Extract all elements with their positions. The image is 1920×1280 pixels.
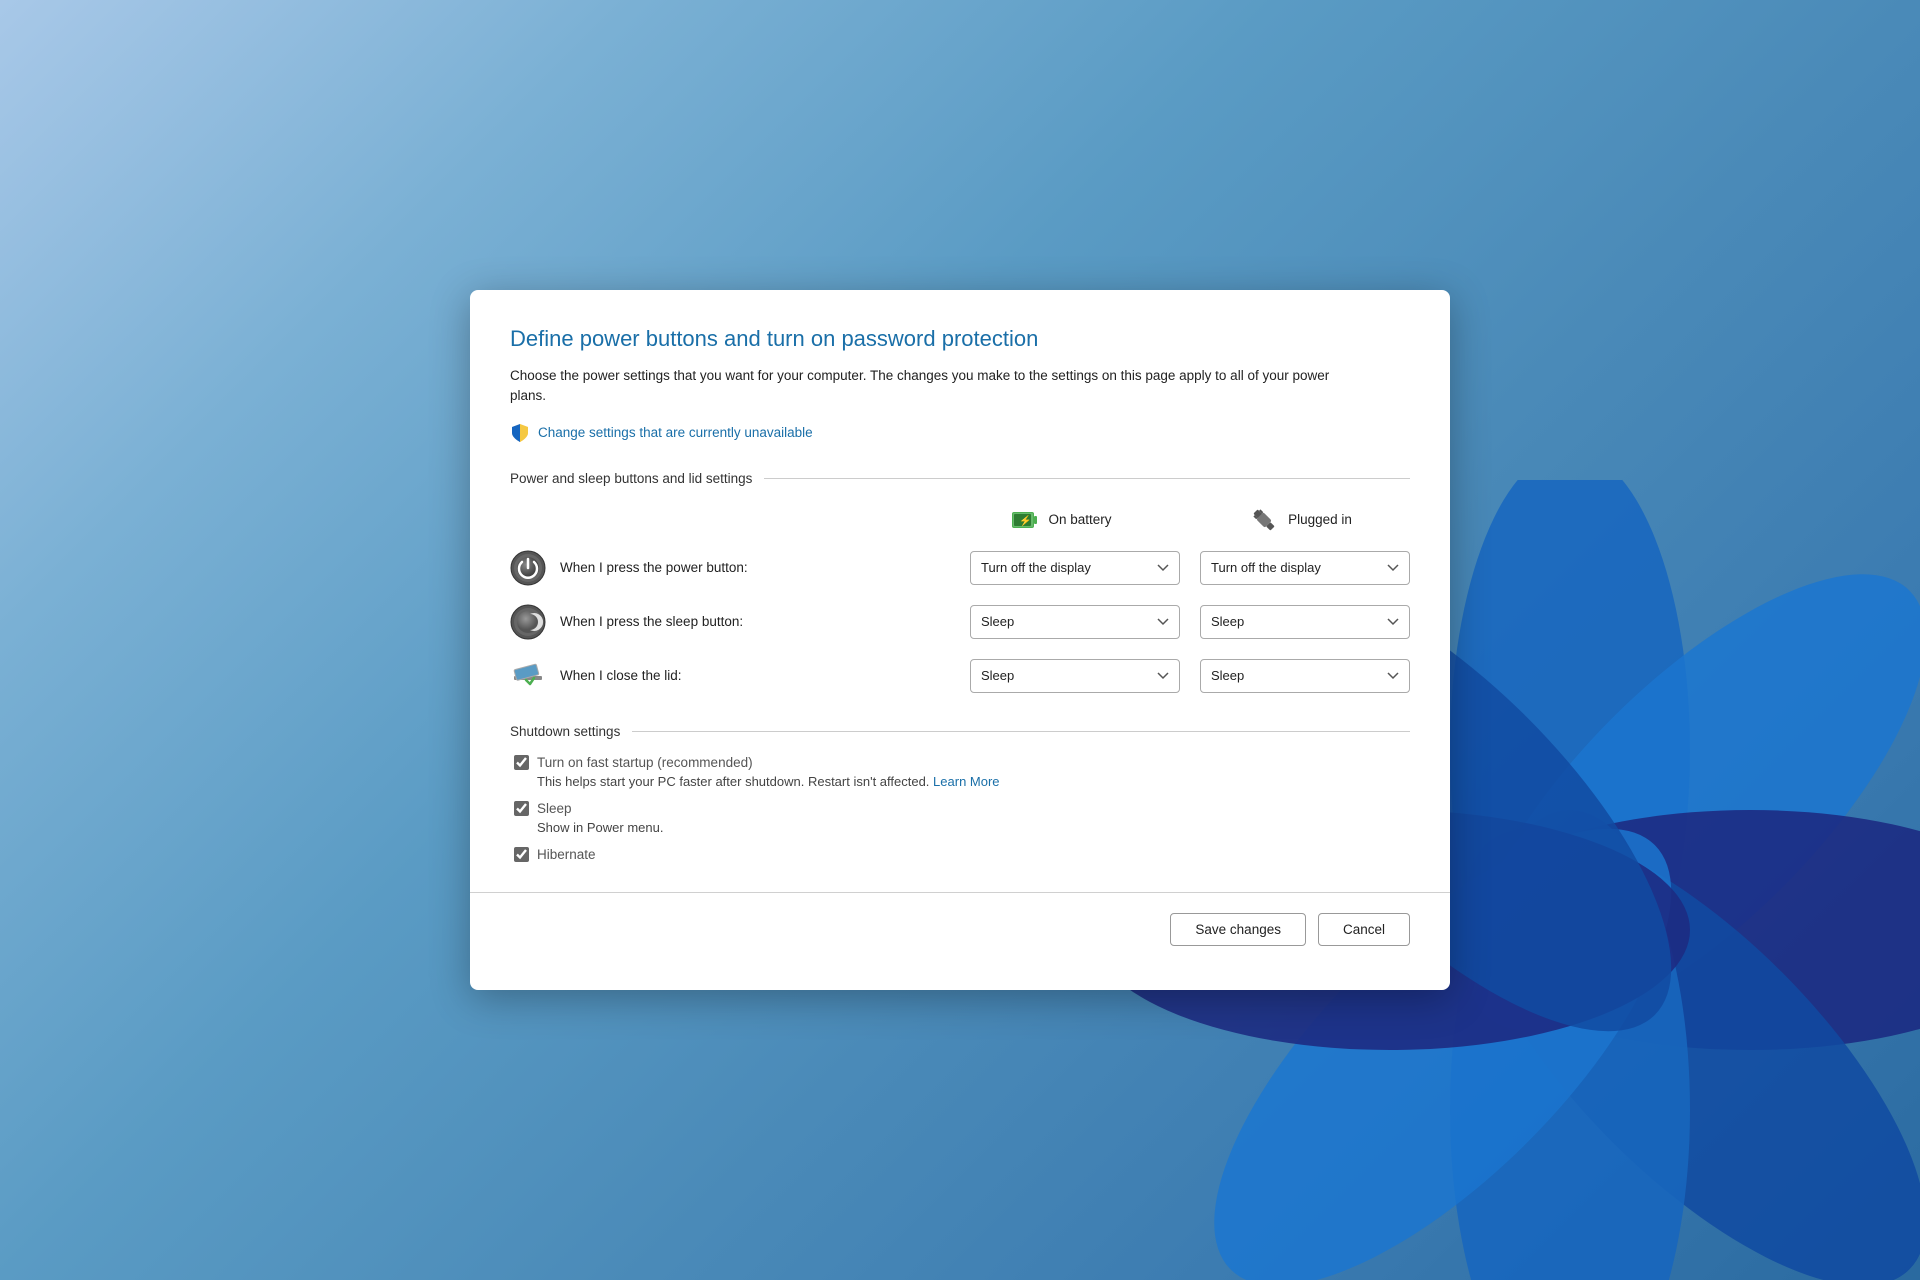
lid-close-icon [510, 658, 546, 694]
dialog-title: Define power buttons and turn on passwor… [510, 326, 1410, 352]
dialog-description: Choose the power settings that you want … [510, 366, 1330, 407]
power-sleep-section-header: Power and sleep buttons and lid settings [510, 471, 1410, 486]
power-button-label: When I press the power button: [560, 560, 970, 575]
power-button-plugged-dropdown[interactable]: Do nothing Sleep Hibernate Shut down Tur… [1200, 551, 1410, 585]
lid-plugged-dropdown[interactable]: Do nothing Sleep Hibernate Shut down Tur… [1200, 659, 1410, 693]
hibernate-checkbox-row: Hibernate [514, 847, 1410, 862]
sleep-checkbox-row: Sleep [514, 801, 1410, 816]
sleep-checkbox[interactable] [514, 801, 529, 816]
column-headers: ⚡ On battery Plugged in [510, 504, 1410, 536]
power-button-icon [510, 550, 546, 586]
sleep-item: Sleep Show in Power menu. [514, 801, 1410, 835]
lid-battery-dropdown[interactable]: Do nothing Sleep Hibernate Shut down Tur… [970, 659, 1180, 693]
lid-row: When I close the lid: Do nothing Sleep H… [510, 658, 1410, 694]
power-settings-rows: When I press the power button: Do nothin… [510, 550, 1410, 694]
shutdown-items: Turn on fast startup (recommended) This … [510, 755, 1410, 862]
hibernate-checkbox[interactable] [514, 847, 529, 862]
hibernate-item: Hibernate [514, 847, 1410, 862]
power-button-battery-dropdown[interactable]: Do nothing Sleep Hibernate Shut down Tur… [970, 551, 1180, 585]
fast-startup-item: Turn on fast startup (recommended) This … [514, 755, 1410, 789]
sleep-button-icon [510, 604, 546, 640]
power-button-dropdowns: Do nothing Sleep Hibernate Shut down Tur… [970, 551, 1410, 585]
power-button-row: When I press the power button: Do nothin… [510, 550, 1410, 586]
sleep-label: Sleep [537, 801, 572, 816]
fast-startup-checkbox[interactable] [514, 755, 529, 770]
learn-more-link[interactable]: Learn More [933, 774, 999, 789]
sleep-button-dropdowns: Do nothing Sleep Hibernate Shut down Tur… [970, 605, 1410, 639]
sleep-button-battery-dropdown[interactable]: Do nothing Sleep Hibernate Shut down Tur… [970, 605, 1180, 639]
hibernate-label: Hibernate [537, 847, 596, 862]
fast-startup-label: Turn on fast startup (recommended) [537, 755, 753, 770]
fast-startup-desc: This helps start your PC faster after sh… [514, 774, 1410, 789]
lid-dropdowns: Do nothing Sleep Hibernate Shut down Tur… [970, 659, 1410, 693]
plug-icon [1248, 504, 1280, 536]
bottom-divider [470, 892, 1450, 893]
power-options-dialog: Define power buttons and turn on passwor… [470, 290, 1450, 990]
fast-startup-checkbox-row: Turn on fast startup (recommended) [514, 755, 1410, 770]
svg-text:⚡: ⚡ [1019, 514, 1031, 527]
on-battery-header: ⚡ On battery [950, 504, 1170, 536]
sleep-button-label: When I press the sleep button: [560, 614, 970, 629]
shield-icon [510, 423, 530, 443]
plugged-in-header: Plugged in [1190, 504, 1410, 536]
button-row: Save changes Cancel [510, 913, 1410, 946]
lid-label: When I close the lid: [560, 668, 970, 683]
cancel-button[interactable]: Cancel [1318, 913, 1410, 946]
change-settings-link[interactable]: Change settings that are currently unava… [538, 425, 813, 440]
save-changes-button[interactable]: Save changes [1170, 913, 1306, 946]
sleep-button-row: When I press the sleep button: Do nothin… [510, 604, 1410, 640]
change-settings-row: Change settings that are currently unava… [510, 423, 1410, 443]
shutdown-section-header: Shutdown settings [510, 724, 1410, 739]
battery-icon: ⚡ [1008, 504, 1040, 536]
sleep-desc: Show in Power menu. [514, 820, 1410, 835]
sleep-button-plugged-dropdown[interactable]: Do nothing Sleep Hibernate Shut down Tur… [1200, 605, 1410, 639]
